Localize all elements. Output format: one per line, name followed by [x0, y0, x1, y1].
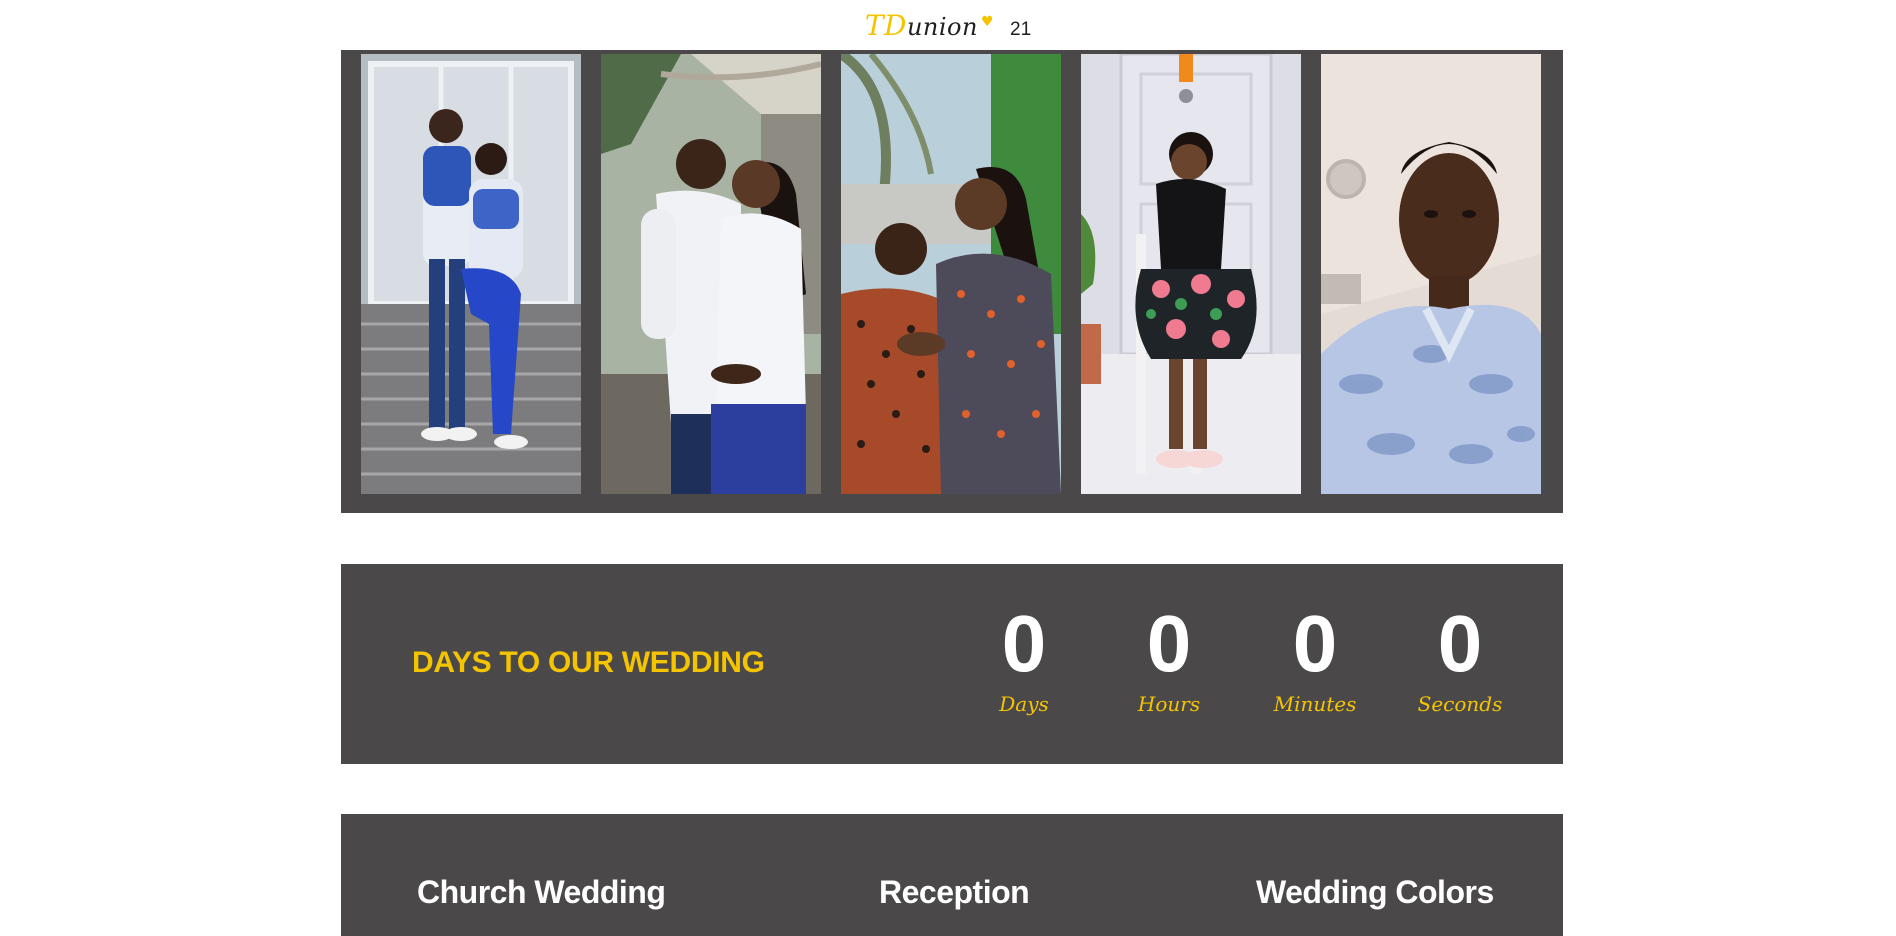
hours-value: 0 [1146, 599, 1192, 688]
couple-ankara-photo[interactable] [841, 54, 1061, 494]
hours-label: Hours [1137, 692, 1201, 716]
countdown-minutes: 0 Minutes [1255, 599, 1375, 717]
countdown-days: 0 Days [964, 599, 1084, 717]
groom-selfie-photo[interactable] [1321, 54, 1541, 494]
seconds-value: 0 [1437, 599, 1483, 688]
groom-selfie-image [1321, 54, 1541, 494]
logo-rest: union [906, 12, 978, 41]
site-logo[interactable]: TDunion ♥ 21 [865, 9, 1031, 42]
couple-on-stairs-image [361, 54, 581, 494]
minutes-value: 0 [1292, 599, 1338, 688]
countdown-seconds: 0 Seconds [1400, 599, 1520, 717]
minutes-label: Minutes [1273, 692, 1357, 716]
days-value: 0 [1001, 599, 1047, 688]
wedding-details: Church Wedding Reception Wedding Colors [341, 814, 1563, 936]
wedding-colors-heading: Wedding Colors [1256, 874, 1494, 910]
couple-on-stairs-photo[interactable] [361, 54, 581, 494]
wedding-countdown: DAYS TO OUR WEDDING 0 Days 0 Hours 0 Min… [341, 564, 1563, 764]
couple-white-sweaters-photo[interactable] [601, 54, 821, 494]
site-header: TDunion ♥ 21 [0, 0, 1896, 50]
church-wedding-heading: Church Wedding [417, 874, 666, 910]
days-label: Days [999, 692, 1049, 716]
couple-white-sweaters-image [601, 54, 821, 494]
logo-initials: TD [864, 8, 907, 42]
countdown-hours: 0 Hours [1109, 599, 1229, 717]
countdown-title: DAYS TO OUR WEDDING [412, 646, 765, 679]
logo-number: 21 [1010, 18, 1032, 40]
reception-heading: Reception [879, 874, 1030, 910]
bride-seated-image [1081, 54, 1301, 494]
bride-seated-photo[interactable] [1081, 54, 1301, 494]
couple-ankara-image [841, 54, 1061, 494]
seconds-label: Seconds [1417, 692, 1503, 716]
page: TDunion ♥ 21 DAYS TO OUR WEDDING 0 Days … [0, 0, 1896, 936]
logo-script: TDunion ♥ [865, 9, 994, 42]
heart-icon: ♥ [980, 13, 995, 30]
photo-gallery [341, 50, 1563, 513]
